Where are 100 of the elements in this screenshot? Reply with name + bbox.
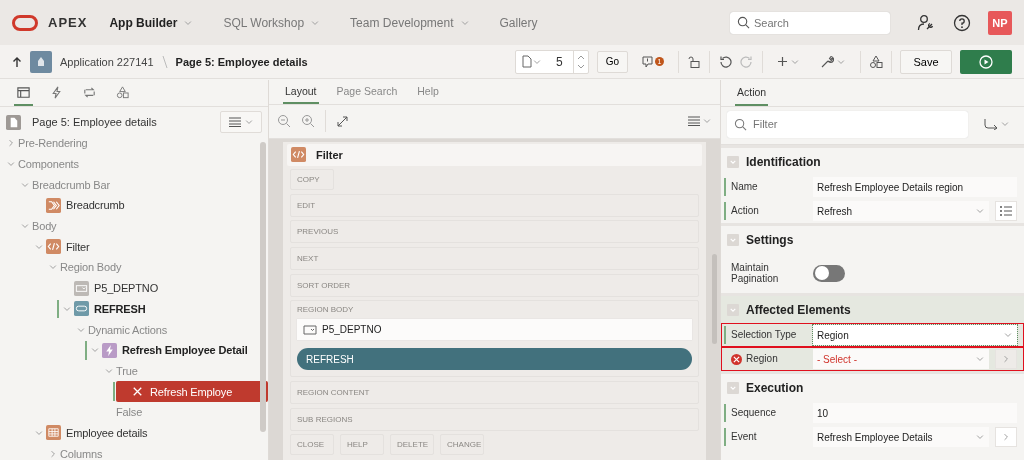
- expand-icon[interactable]: [336, 114, 349, 128]
- tree-item-label: Refresh Employee Detail: [122, 344, 248, 357]
- button-item-icon: [74, 301, 89, 317]
- page-icon: [6, 114, 21, 130]
- code-icon: [291, 147, 306, 163]
- menu-icon: [228, 117, 241, 127]
- search-field[interactable]: Search: [730, 11, 890, 34]
- logo-icon: [12, 14, 38, 31]
- layout-position: COPY: [290, 168, 334, 190]
- layout-position: HELP: [340, 434, 384, 456]
- tree-item[interactable]: Filter: [32, 236, 268, 258]
- dropdown-chevron-icon: [975, 206, 985, 216]
- undo-icon[interactable]: [718, 54, 732, 69]
- tree-item[interactable]: P5_DEPTNO: [60, 277, 268, 299]
- layout-position: SUB REGIONS: [290, 407, 699, 431]
- tree-item-label: False: [116, 406, 143, 419]
- group-title: Settings: [746, 232, 794, 247]
- up-arrow-icon[interactable]: [12, 55, 22, 68]
- zoom-in-icon[interactable]: [301, 114, 315, 129]
- tree-item-label: Components: [18, 158, 79, 171]
- tree-item[interactable]: Refresh Employee Detail: [88, 339, 268, 361]
- tree-item-label: Filter: [66, 240, 90, 253]
- zoom-out-icon[interactable]: [277, 114, 291, 129]
- wrench-icon[interactable]: [820, 54, 834, 69]
- tree-item[interactable]: Breadcrumb: [32, 195, 268, 216]
- play-icon: [979, 54, 993, 69]
- tree-item-label: REFRESH: [94, 302, 146, 315]
- tree-item[interactable]: Refresh Employe: [116, 381, 268, 402]
- collapse-toggle[interactable]: [727, 381, 739, 394]
- table-icon: [46, 425, 61, 441]
- select-field[interactable]: Refresh Employee Details: [813, 427, 989, 447]
- go-button[interactable]: Go: [596, 50, 628, 73]
- collapse-toggle[interactable]: [727, 303, 739, 316]
- breadcrumb-link[interactable]: Application 227141: [60, 55, 154, 68]
- page-number: 5: [554, 54, 564, 69]
- application-icon[interactable]: [30, 50, 52, 73]
- run-button[interactable]: [960, 49, 1012, 74]
- expand-chevron-icon: [48, 448, 58, 459]
- lightning-icon: [49, 84, 64, 100]
- field-label: Name: [731, 181, 758, 193]
- layout-position: SORT ORDER: [290, 273, 699, 297]
- collapse-toggle[interactable]: [727, 233, 739, 246]
- go-to-icon[interactable]: [984, 118, 998, 130]
- current-page-title: Page 5: Employee details: [175, 55, 308, 68]
- lightning-icon: [102, 342, 117, 358]
- region-title: Filter: [316, 148, 343, 161]
- refresh-button-item[interactable]: REFRESH: [297, 348, 692, 371]
- list-button[interactable]: [995, 201, 1017, 221]
- group-title: Execution: [746, 380, 804, 395]
- list-icon: [999, 206, 1013, 216]
- user-wrench-icon[interactable]: [917, 13, 935, 32]
- tree-item-label: Breadcrumb: [66, 199, 125, 212]
- help-icon[interactable]: [953, 13, 971, 32]
- nav-menu[interactable]: SQL Workshop: [223, 15, 321, 30]
- alert-icon[interactable]: [642, 55, 653, 68]
- stepper-icon[interactable]: [576, 53, 585, 70]
- layout-position: CLOSE: [290, 434, 334, 456]
- collapse-toggle[interactable]: [727, 155, 739, 168]
- unlock-icon[interactable]: [687, 54, 701, 69]
- shapes-icon[interactable]: [869, 54, 883, 69]
- text-field[interactable]: 10: [813, 403, 1017, 423]
- tree-menu-button[interactable]: [220, 111, 262, 133]
- layout-position: REGION CONTENT: [290, 380, 699, 404]
- page-item[interactable]: P5_DEPTNO: [297, 319, 692, 341]
- page-item-label: P5_DEPTNO: [322, 324, 382, 336]
- menu-icon[interactable]: [688, 116, 700, 127]
- save-button[interactable]: Save: [900, 49, 952, 74]
- app-logo-text: APEX: [48, 15, 88, 30]
- user-avatar[interactable]: NP: [988, 10, 1012, 35]
- tree-item-label: Columns: [60, 447, 103, 460]
- nav-menu[interactable]: App Builder: [109, 15, 194, 30]
- nav-menu[interactable]: Gallery: [499, 15, 538, 30]
- filter-field[interactable]: Filter: [727, 110, 968, 138]
- page-selector[interactable]: 5: [514, 49, 589, 74]
- scrollbar[interactable]: [260, 142, 266, 432]
- group-title: Identification: [746, 154, 821, 169]
- nav-menu[interactable]: Team Development: [350, 15, 470, 30]
- layout-position: CHANGE: [440, 434, 484, 456]
- panel-tab[interactable]: Layout: [283, 80, 319, 104]
- field-item-icon: [74, 280, 89, 296]
- text-field[interactable]: Refresh Employee Details region: [813, 177, 1017, 197]
- add-icon[interactable]: [777, 56, 788, 67]
- scrollbar[interactable]: [712, 253, 717, 344]
- tree-item-label: P5_DEPTNO: [94, 282, 159, 295]
- shapes-icon: [115, 84, 130, 100]
- tree-item-label: Pre-Rendering: [18, 137, 88, 150]
- field-label: Maintain Pagination: [731, 261, 780, 285]
- select-field[interactable]: Refresh: [813, 201, 989, 221]
- dropdown-chevron-icon: [975, 432, 985, 442]
- tree-item-label: True: [116, 364, 138, 377]
- toggle-switch[interactable]: [813, 264, 845, 282]
- dropdown-chevron-icon: [243, 117, 254, 127]
- panel-tab[interactable]: Action: [735, 80, 769, 106]
- dropdown-chevron-icon: [1000, 119, 1010, 129]
- tree-item[interactable]: Employee details: [32, 422, 268, 444]
- tree-item-label: Breadcrumb Bar: [32, 178, 110, 191]
- layout-position: DELETE: [390, 434, 434, 456]
- search-icon: [737, 16, 750, 29]
- tree-item[interactable]: REFRESH: [60, 298, 268, 320]
- code-icon: [46, 239, 61, 255]
